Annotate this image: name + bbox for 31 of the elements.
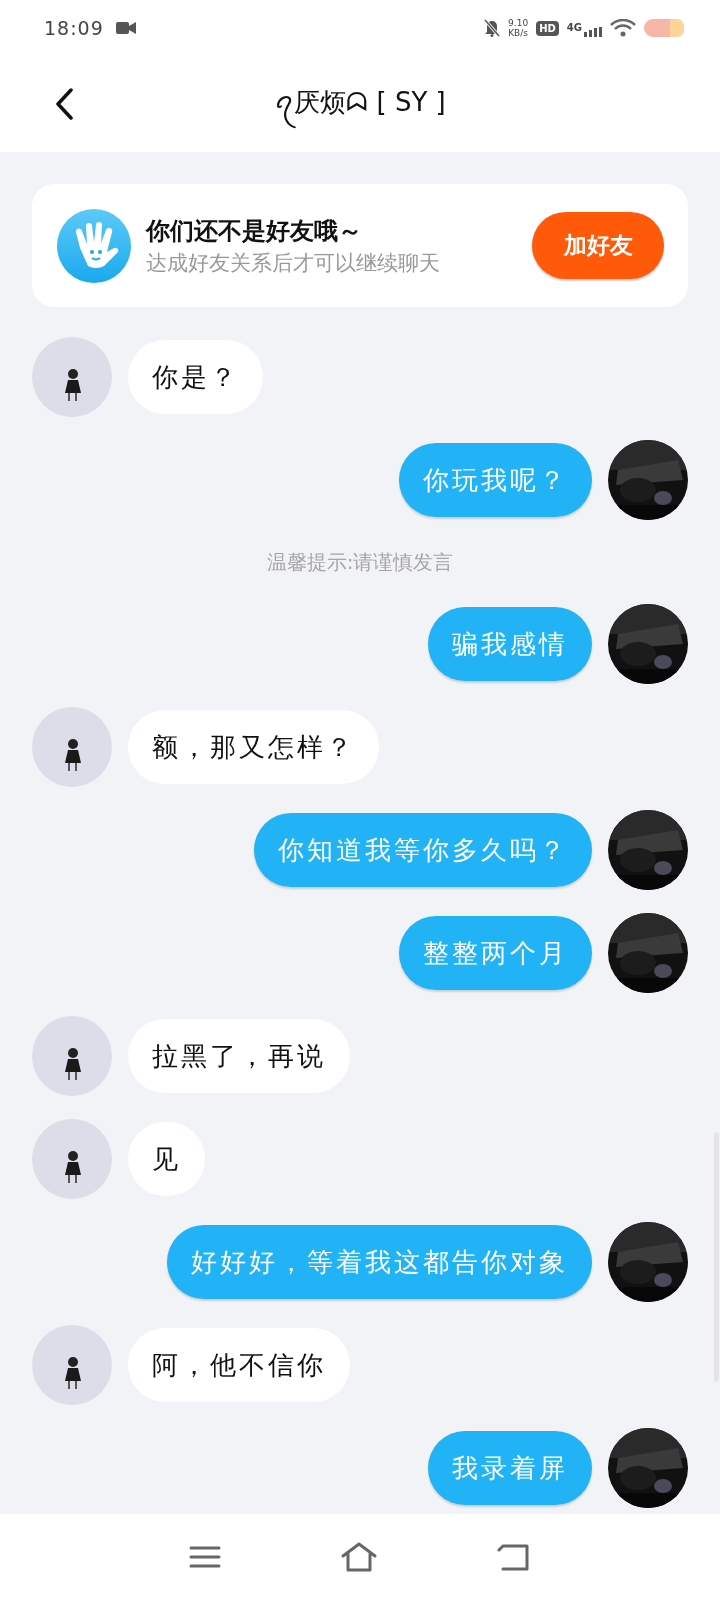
battery-icon (644, 19, 684, 37)
hd-badge: HD (536, 20, 559, 36)
message-bubble: 阿，他不信你 (128, 1328, 350, 1402)
message-bubble: 整整两个月 (399, 916, 592, 990)
message-bubble: 你知道我等你多久吗？ (254, 813, 592, 887)
message-bubble: 见 (128, 1122, 205, 1196)
wifi-icon (610, 19, 636, 37)
status-time: 18:09 (44, 17, 104, 39)
message-bubble: 好好好，等着我这都告你对象 (167, 1225, 592, 1299)
back-arrow-icon (496, 1543, 531, 1571)
back-icon (54, 88, 74, 120)
signal-icon (584, 27, 602, 37)
net-speed-unit: KB/s (508, 28, 529, 38)
chat-title: ꪖ厌烦ᗣ [ SY ] (274, 77, 446, 131)
notice-title: 你们还不是好友哦～ (146, 215, 363, 247)
message-bubble: 骗我感情 (428, 607, 592, 681)
message-bubble: 我录着屏 (428, 1431, 592, 1505)
menu-icon (189, 1545, 222, 1569)
video-camera-icon (115, 21, 136, 35)
notice-subtitle: 达成好友关系后才可以继续聊天 (146, 249, 441, 277)
message-bubble: 你玩我呢？ (399, 443, 592, 517)
message-bubble: 额，那又怎样？ (128, 710, 379, 784)
network-type: 4G (566, 23, 582, 33)
muted-bell-icon (484, 19, 501, 37)
add-friend-button[interactable]: 加好友 (532, 212, 664, 279)
net-speed: 9.10 (508, 18, 529, 28)
notice-tip: 温馨提示:请谨慎发言 (266, 548, 454, 576)
home-icon (340, 1542, 378, 1572)
hand-icon (56, 207, 132, 284)
message-bubble: 你是？ (128, 340, 263, 414)
message-bubble: 拉黑了，再说 (128, 1019, 350, 1093)
